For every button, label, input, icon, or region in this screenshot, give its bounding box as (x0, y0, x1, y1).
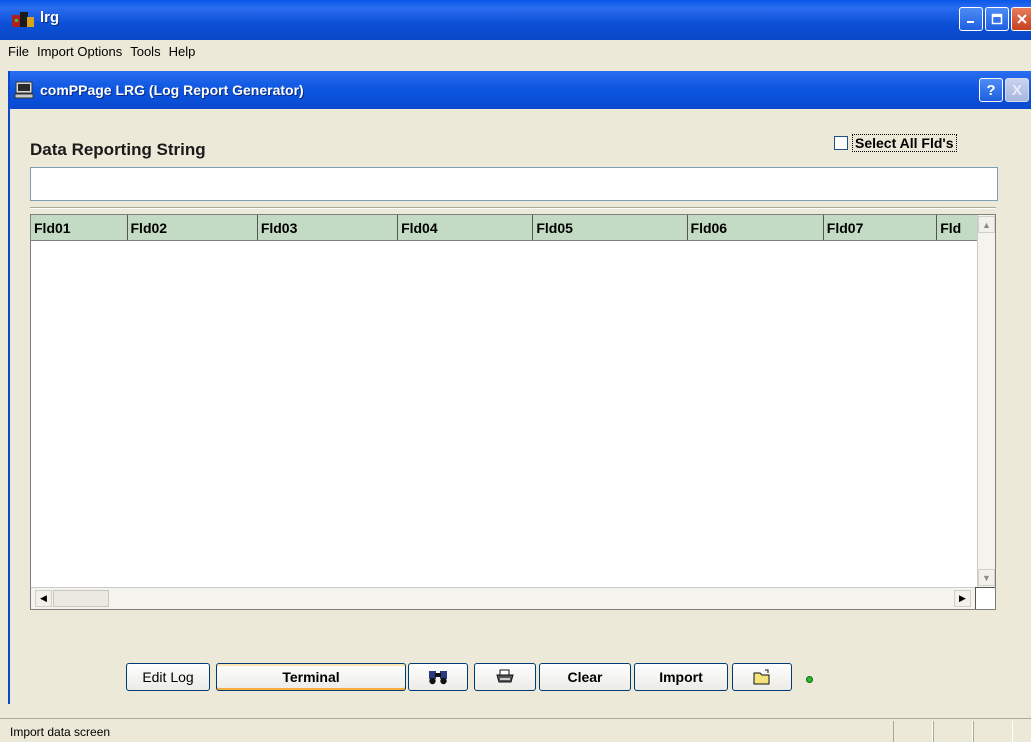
scroll-up-icon[interactable]: ▲ (978, 216, 995, 233)
minimize-button[interactable] (959, 7, 983, 31)
open-folder-button[interactable] (732, 663, 792, 691)
status-bar: Import data screen (0, 718, 1031, 742)
grid-header: Fld01 Fld02 Fld03 Fld04 Fld05 Fld06 Fld0… (31, 215, 977, 241)
status-text: Import data screen (10, 725, 111, 739)
status-indicator (806, 676, 813, 683)
menu-help[interactable]: Help (165, 44, 200, 59)
menu-tools[interactable]: Tools (126, 44, 164, 59)
column-header-fld03[interactable]: Fld03 (258, 215, 399, 240)
select-all-fields-checkbox[interactable]: Select All Fld's (834, 134, 957, 152)
status-panel-2 (933, 721, 973, 742)
status-panel-3 (973, 721, 1013, 742)
horizontal-scroll-thumb[interactable] (53, 590, 109, 607)
status-panel-1 (893, 721, 933, 742)
terminal-button[interactable]: Terminal (216, 663, 406, 691)
column-header-fld02[interactable]: Fld02 (128, 215, 258, 240)
app-title: lrg (40, 9, 60, 26)
clear-button[interactable]: Clear (539, 663, 631, 691)
scroll-right-icon[interactable]: ▶ (954, 590, 971, 607)
import-button[interactable]: Import (634, 663, 728, 691)
select-all-label[interactable]: Select All Fld's (852, 134, 957, 152)
column-header-fld04[interactable]: Fld04 (398, 215, 534, 240)
close-icon (1016, 14, 1027, 24)
printer-icon (496, 669, 514, 683)
folder-open-icon (753, 669, 770, 685)
dialog-close-button[interactable]: X (1005, 78, 1029, 102)
column-header-fld05[interactable]: Fld05 (533, 215, 688, 240)
scroll-left-icon[interactable]: ◀ (35, 590, 52, 607)
data-reporting-label: Data Reporting String (30, 140, 206, 159)
binoculars-icon (429, 671, 447, 685)
column-header-fld08[interactable]: Fld (937, 215, 977, 240)
help-icon: ? (986, 81, 996, 99)
window-controls (959, 7, 1031, 31)
lrg-dialog: comPPage LRG (Log Report Generator) ? X … (8, 71, 1031, 704)
print-button[interactable] (474, 663, 536, 691)
app-titlebar[interactable]: lrg (0, 0, 1031, 40)
data-reporting-input[interactable] (30, 167, 998, 201)
scroll-corner (975, 587, 995, 609)
column-header-fld06[interactable]: Fld06 (688, 215, 824, 240)
menu-bar: File Import Options Tools Help (0, 40, 1031, 62)
edit-log-button[interactable]: Edit Log (126, 663, 210, 691)
maximize-button[interactable] (985, 7, 1009, 31)
minimize-icon (967, 21, 974, 23)
dialog-titlebar[interactable]: comPPage LRG (Log Report Generator) ? X (10, 71, 1031, 109)
horizontal-scrollbar[interactable]: ◀ ▶ (31, 587, 977, 609)
computer-icon (14, 81, 34, 99)
find-button[interactable] (408, 663, 468, 691)
fields-grid[interactable]: Fld01 Fld02 Fld03 Fld04 Fld05 Fld06 Fld0… (30, 214, 996, 610)
help-button[interactable]: ? (979, 78, 1003, 102)
dialog-title: comPPage LRG (Log Report Generator) (40, 82, 304, 98)
scroll-down-icon[interactable]: ▼ (978, 569, 995, 586)
separator (30, 207, 996, 209)
checkbox-box[interactable] (834, 136, 848, 150)
column-header-fld07[interactable]: Fld07 (824, 215, 938, 240)
close-button[interactable] (1011, 7, 1031, 31)
menu-file[interactable]: File (4, 44, 33, 59)
vertical-scrollbar[interactable]: ▲ ▼ (977, 215, 995, 587)
maximize-icon (991, 13, 1003, 25)
app-icon (12, 12, 34, 27)
column-header-fld01[interactable]: Fld01 (31, 215, 128, 240)
close-icon: X (1011, 81, 1022, 99)
menu-import-options[interactable]: Import Options (33, 44, 126, 59)
